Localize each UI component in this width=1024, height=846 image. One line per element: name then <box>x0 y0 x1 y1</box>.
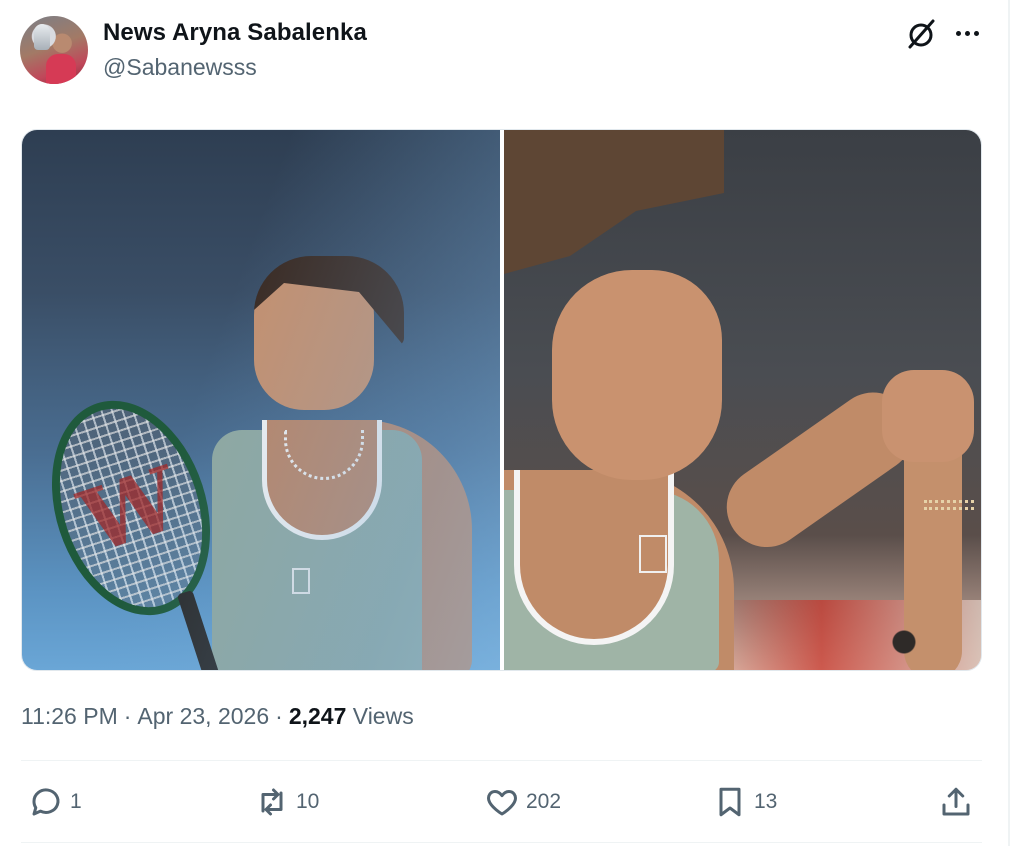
bookmark-count: 13 <box>754 790 778 813</box>
media-grid: W <box>21 129 982 671</box>
grok-icon[interactable] <box>904 17 938 51</box>
fist <box>882 370 974 462</box>
post-date[interactable]: Apr 23, 2026 <box>137 703 269 729</box>
divider-top <box>21 760 982 761</box>
more-icon[interactable] <box>952 18 982 48</box>
face <box>552 270 722 480</box>
views-count: 2,247 <box>288 703 347 729</box>
media-divider <box>500 130 504 670</box>
repost-button[interactable]: 10 <box>254 782 319 822</box>
reply-button[interactable]: 1 <box>28 782 82 822</box>
bookmark-icon <box>719 787 741 817</box>
repost-icon <box>261 788 283 816</box>
avatar[interactable] <box>20 16 88 84</box>
repost-count: 10 <box>296 790 320 813</box>
photo-racket[interactable]: W <box>22 130 500 670</box>
avatar-figure <box>46 54 76 84</box>
share-button[interactable] <box>938 782 974 822</box>
bookmark-button[interactable]: 13 <box>712 782 777 822</box>
reply-icon <box>32 788 60 816</box>
views-label: Views <box>352 703 414 729</box>
avatar-trophy <box>34 24 50 50</box>
reply-count: 1 <box>70 790 82 813</box>
bracelet <box>924 500 974 510</box>
photo-fist-pump[interactable] <box>504 130 981 670</box>
tattoo <box>886 622 922 662</box>
meta-separator: · <box>123 703 132 729</box>
apparel-logo <box>639 535 667 573</box>
share-icon <box>942 787 970 816</box>
post-time[interactable]: 11:26 PM <box>21 703 118 729</box>
like-count: 202 <box>526 790 562 813</box>
meta-separator: · <box>275 703 283 729</box>
timeline-edge <box>1008 0 1010 846</box>
heart-icon <box>487 790 517 816</box>
divider-bottom <box>21 842 982 843</box>
author-display-name[interactable]: News Aryna Sabalenka <box>103 19 367 47</box>
like-button[interactable]: 202 <box>484 782 561 822</box>
author-handle[interactable]: @Sabanewsss <box>103 54 257 81</box>
post-meta: 11:26 PM · Apr 23, 2026 · 2,247 Views <box>21 703 414 730</box>
